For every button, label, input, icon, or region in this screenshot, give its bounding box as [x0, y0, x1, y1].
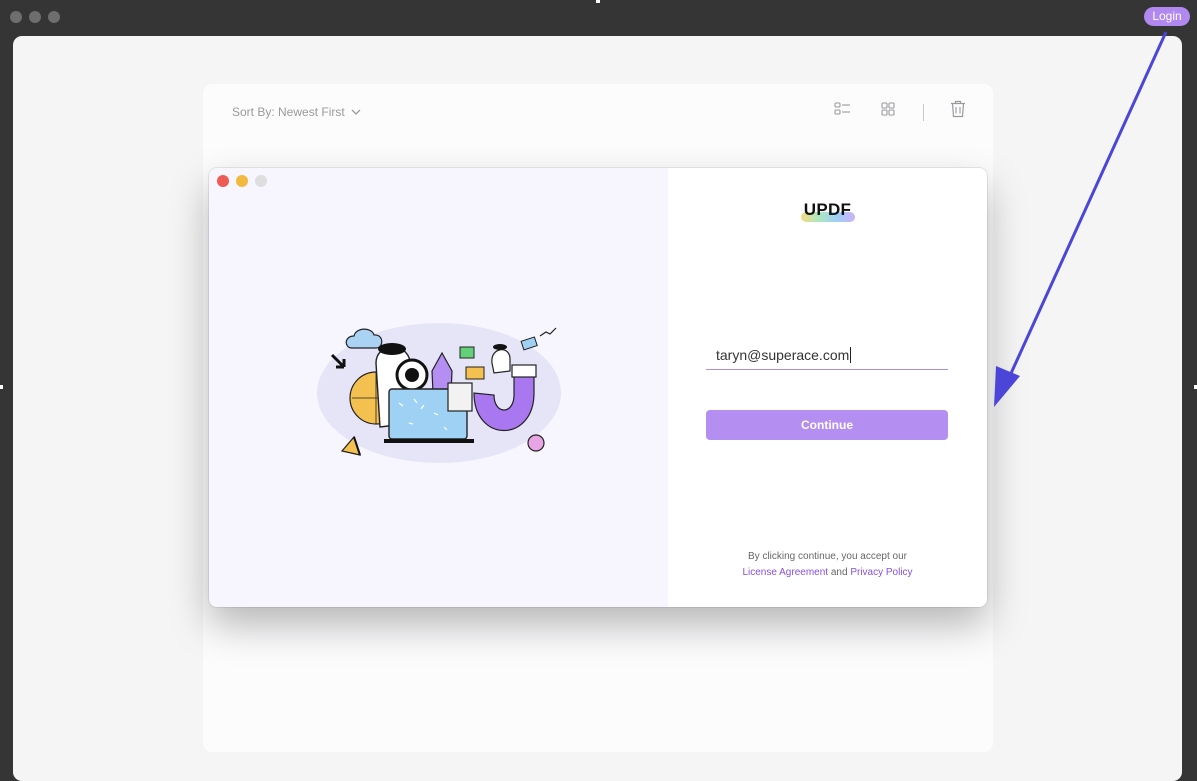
continue-button[interactable]: Continue: [706, 410, 948, 440]
license-agreement-link[interactable]: License Agreement: [742, 567, 828, 578]
email-field[interactable]: taryn@superace.com: [706, 344, 948, 370]
selection-handle-top: [595, 0, 601, 4]
selection-handle-right: [1193, 384, 1197, 390]
modal-illustration-pane: [209, 168, 668, 607]
legal-notice: By clicking continue, you accept our Lic…: [668, 549, 987, 581]
legal-prefix: By clicking continue, you accept our: [748, 551, 907, 562]
sort-label: Sort By: Newest First: [232, 105, 345, 119]
grid-view-icon[interactable]: [881, 102, 895, 116]
toolbar-divider: [923, 104, 924, 121]
close-dot[interactable]: [10, 11, 22, 23]
selection-handle-left: [0, 384, 4, 390]
sort-dropdown[interactable]: Sort By: Newest First: [232, 105, 361, 119]
window-controls: [10, 11, 60, 23]
trash-icon[interactable]: [950, 100, 966, 118]
login-modal: UPDF taryn@superace.com Continue By clic…: [209, 168, 987, 607]
email-value: taryn@superace.com: [716, 347, 850, 363]
modal-close-dot[interactable]: [217, 175, 229, 187]
modal-minimize-dot[interactable]: [236, 175, 248, 187]
and-text: and: [830, 567, 848, 578]
list-view-icon[interactable]: [834, 102, 851, 116]
login-form-pane: UPDF taryn@superace.com Continue By clic…: [668, 168, 987, 607]
welcome-illustration: [317, 323, 561, 463]
minimize-dot[interactable]: [29, 11, 41, 23]
zoom-dot[interactable]: [48, 11, 60, 23]
updf-logo: UPDF: [668, 200, 987, 222]
modal-window-controls: [217, 175, 267, 187]
modal-zoom-dot[interactable]: [255, 175, 267, 187]
logo-text: UPDF: [803, 200, 852, 219]
text-caret: [850, 347, 852, 363]
chevron-down-icon: [351, 109, 361, 115]
privacy-policy-link[interactable]: Privacy Policy: [850, 567, 912, 578]
login-button[interactable]: Login: [1144, 7, 1190, 26]
